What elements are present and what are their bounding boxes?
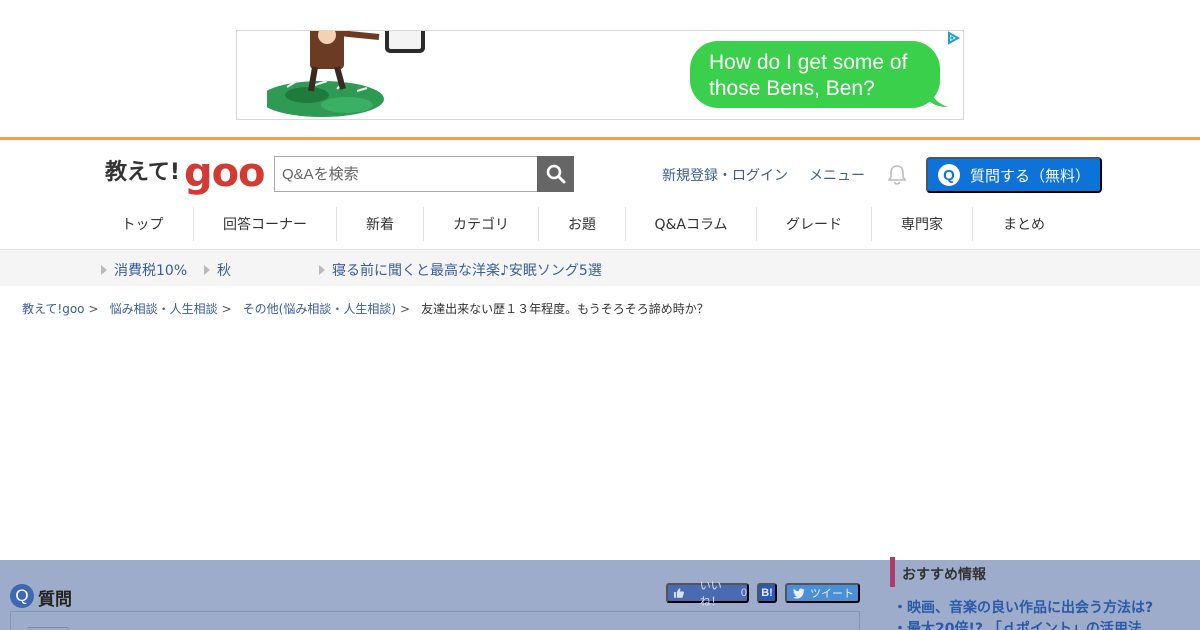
ad-banner[interactable]: How do I get some of those Bens, Ben?: [236, 30, 964, 120]
trending-item[interactable]: 消費税10%: [101, 260, 187, 280]
breadcrumb-subcategory[interactable]: その他(悩み相談・人生相談): [243, 300, 396, 317]
search-input[interactable]: [274, 156, 538, 192]
ad-speech-bubble: How do I get some of those Bens, Ben?: [690, 41, 940, 108]
trending-item[interactable]: 寝る前に聞くと最高な洋楽♪安眠ソング5選: [319, 260, 602, 280]
ask-question-label: 質問する（無料）: [970, 167, 1091, 185]
register-login-link[interactable]: 新規登録・ログイン: [662, 165, 788, 185]
notification-bell-icon[interactable]: [886, 164, 908, 190]
nav-qa-column[interactable]: Q&Aコラム: [626, 207, 757, 241]
recommend-item[interactable]: ・最大20倍!? 「ｄポイント」の活用法: [893, 618, 1142, 630]
ad-illustration: [267, 31, 425, 117]
breadcrumb-separator: >: [88, 301, 99, 316]
header-accent-line: [0, 137, 1200, 140]
twitter-bird-icon: [793, 587, 805, 599]
ad-text-line2: those Bens, Ben?: [709, 77, 875, 100]
tweet-button[interactable]: ツイート: [785, 583, 860, 603]
logo-text: 教えて!: [105, 160, 180, 185]
question-card: [10, 611, 860, 630]
triangle-right-icon: [101, 265, 107, 275]
breadcrumb-category[interactable]: 悩み相談・人生相談: [110, 300, 218, 317]
adchoices-icon[interactable]: [946, 31, 960, 45]
breadcrumb-separator: >: [400, 301, 411, 316]
trending-label: 秋: [217, 263, 231, 279]
breadcrumb-current: 友達出来ない歴１３年程度。もうそろそろ諦め時か？: [421, 302, 709, 316]
nav-category[interactable]: カテゴリ: [424, 207, 539, 241]
nav-top[interactable]: トップ: [92, 207, 194, 241]
trending-label: 寝る前に聞くと最高な洋楽♪安眠ソング5選: [332, 263, 602, 279]
question-heading: 質問: [38, 590, 72, 610]
trending-item[interactable]: 秋: [204, 260, 231, 280]
hatena-bookmark-button[interactable]: B!: [757, 583, 777, 603]
thumbs-up-icon: [673, 588, 684, 598]
breadcrumb-separator: >: [221, 301, 232, 316]
ad-text-line1: How do I get some of: [709, 51, 908, 74]
triangle-right-icon: [204, 265, 210, 275]
like-count: 0: [740, 587, 747, 599]
nav-summary[interactable]: まとめ: [973, 207, 1075, 241]
nav-theme[interactable]: お題: [539, 207, 626, 241]
nav-expert[interactable]: 専門家: [872, 207, 973, 241]
trending-label: 消費税10%: [114, 263, 188, 279]
nav-grade[interactable]: グレード: [757, 207, 872, 241]
nav-answer-corner[interactable]: 回答コーナー: [194, 207, 337, 241]
tweet-label: ツイート: [810, 588, 854, 600]
breadcrumb-home[interactable]: 教えて!goo: [22, 300, 85, 317]
question-q-icon: Q: [10, 584, 34, 608]
recommend-accent-bar: [890, 557, 895, 587]
search-button[interactable]: [537, 156, 574, 192]
recommend-item[interactable]: ・映画、音楽の良い作品に出会う方法は?: [893, 597, 1153, 617]
ask-question-button[interactable]: Q 質問する（無料）: [926, 157, 1102, 193]
search-icon: [546, 164, 565, 184]
menu-link[interactable]: メニュー: [809, 165, 865, 185]
like-label: いいね！: [699, 580, 722, 608]
question-q-icon: Q: [938, 164, 960, 186]
main-nav: トップ 回答コーナー 新着 カテゴリ お題 Q&Aコラム グレード 専門家 まと…: [92, 207, 1075, 241]
logo-goo: goo: [183, 150, 266, 196]
recommend-heading: おすすめ情報: [902, 567, 986, 583]
trending-bar: 消費税10% 秋 寝る前に聞くと最高な洋楽♪安眠ソング5選: [0, 249, 1200, 286]
like-button[interactable]: いいね！ 0: [666, 580, 749, 608]
breadcrumb: 教えて!goo > 悩み相談・人生相談 > その他(悩み相談・人生相談) > 友…: [22, 300, 709, 317]
nav-new[interactable]: 新着: [337, 207, 424, 241]
triangle-right-icon: [319, 265, 325, 275]
speech-bubble-tail-icon: [927, 83, 948, 107]
site-logo[interactable]: 教えて! goo: [105, 150, 266, 196]
